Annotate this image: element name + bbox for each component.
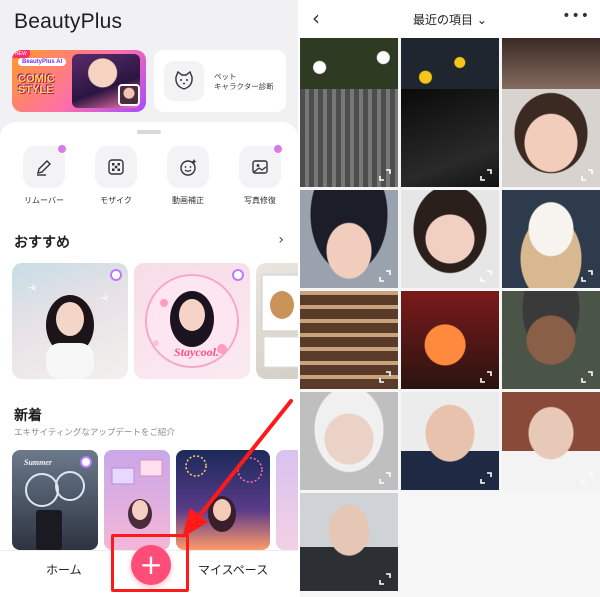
- photo-thumbnail[interactable]: [300, 291, 398, 389]
- new-card-3[interactable]: [176, 450, 270, 550]
- picker-top-bar: ‹ 最近の項目 ⌄ •••: [300, 0, 600, 38]
- face-smile-icon: [167, 146, 209, 188]
- photo-thumbnail[interactable]: [300, 190, 398, 288]
- photo-repair-icon: [239, 144, 283, 188]
- photo-thumbnail[interactable]: [401, 392, 499, 490]
- expand-icon[interactable]: [379, 270, 391, 282]
- expand-icon[interactable]: [480, 169, 492, 181]
- recommended-card-2-image: [145, 274, 239, 368]
- photo-picker-screen: ‹ 最近の項目 ⌄ •••: [300, 0, 600, 597]
- nav-myspace[interactable]: マイスペース: [198, 561, 268, 578]
- new-tag: NEW: [12, 50, 30, 58]
- tool-photo-repair-label: 写真修復: [244, 196, 276, 205]
- pet-banner-label: ペット キャラクター診断: [214, 72, 274, 92]
- expand-icon[interactable]: [379, 169, 391, 181]
- recommended-card-1[interactable]: [12, 263, 128, 379]
- tool-remover-label: リムーバー: [24, 196, 64, 205]
- pet-label-line1: ペット: [214, 72, 237, 81]
- tool-video-retouch-label: 動画補正: [172, 196, 204, 205]
- expand-icon[interactable]: [581, 472, 593, 484]
- album-selector[interactable]: 最近の項目 ⌄: [300, 11, 600, 28]
- annotation-highlight-box: [111, 534, 189, 592]
- album-title: 最近の項目: [413, 13, 474, 27]
- expand-icon[interactable]: [581, 169, 593, 181]
- recommended-title: おすすめ: [14, 235, 70, 251]
- recommended-card-2[interactable]: Staycool.: [134, 263, 250, 379]
- chevron-down-icon: ⌄: [476, 13, 487, 27]
- expand-icon[interactable]: [581, 270, 593, 282]
- mosaic-icon: [95, 146, 137, 188]
- expand-icon[interactable]: [379, 371, 391, 383]
- recommended-card-3-image: [261, 274, 298, 368]
- recommended-card-3[interactable]: [256, 263, 298, 379]
- photo-thumbnail[interactable]: [502, 89, 600, 187]
- expand-icon[interactable]: [379, 472, 391, 484]
- more-options-icon[interactable]: •••: [562, 8, 590, 24]
- new-section-subtitle: エキサイティングなアップデートをご紹介: [14, 428, 175, 438]
- tool-mosaic-label: モザイク: [100, 196, 132, 205]
- comic-style-text: COMIC STYLE: [18, 74, 55, 96]
- premium-badge: [273, 144, 283, 154]
- sheet-drag-handle[interactable]: [137, 130, 161, 134]
- expand-icon[interactable]: [480, 270, 492, 282]
- pen-eraser-icon: [23, 144, 67, 188]
- new-section-title: 新着: [14, 408, 42, 424]
- cat-face-icon: [164, 61, 204, 101]
- photo-thumbnail[interactable]: [502, 190, 600, 288]
- photo-thumbnail[interactable]: [401, 291, 499, 389]
- photo-thumbnail[interactable]: [300, 493, 398, 591]
- pet-character-banner[interactable]: ペット キャラクター診断: [154, 50, 286, 112]
- pin-badge: [232, 269, 244, 281]
- photo-thumbnail[interactable]: [300, 89, 398, 187]
- tool-mosaic[interactable]: モザイク: [86, 146, 146, 206]
- expand-icon[interactable]: [581, 371, 593, 383]
- new-card-4[interactable]: [276, 450, 298, 550]
- pin-badge: [110, 269, 122, 281]
- nav-home[interactable]: ホーム: [46, 561, 82, 578]
- tool-photo-repair[interactable]: 写真修復: [230, 144, 290, 206]
- beautyplus-home-screen: BeautyPlus NEW BeautyPlus AI COMIC STYLE…: [0, 0, 298, 597]
- photo-thumbnail[interactable]: [401, 190, 499, 288]
- expand-icon[interactable]: [379, 573, 391, 585]
- photo-thumbnail[interactable]: [502, 392, 600, 490]
- comic-text-line2: STYLE: [18, 84, 54, 96]
- summer-caption: Summer: [24, 458, 53, 467]
- expand-icon[interactable]: [480, 371, 492, 383]
- tool-video-retouch[interactable]: 動画補正: [158, 146, 218, 206]
- recommended-card-1-image: [28, 283, 108, 379]
- staycool-caption: Staycool.: [174, 345, 219, 359]
- beautyplus-ai-chip: BeautyPlus AI: [18, 58, 67, 66]
- premium-badge: [57, 144, 67, 154]
- photo-thumbnail[interactable]: [401, 89, 499, 187]
- app-title: BeautyPlus: [14, 10, 123, 33]
- tool-remover[interactable]: リムーバー: [14, 144, 74, 206]
- expand-icon[interactable]: [480, 472, 492, 484]
- photo-thumbnail[interactable]: [502, 291, 600, 389]
- pet-label-line2: キャラクター診断: [214, 82, 274, 91]
- pin-badge: [80, 456, 92, 468]
- new-card-1[interactable]: Summer: [12, 450, 98, 550]
- photo-thumbnail[interactable]: [300, 392, 398, 490]
- new-card-3-image: [185, 455, 263, 532]
- comic-mini-thumbnail: [118, 84, 140, 106]
- home-content-sheet: リムーバー モザイク 動画補正 写真修復 おすすめ › Staycool. 新着…: [0, 122, 298, 597]
- comic-style-banner[interactable]: NEW BeautyPlus AI COMIC STYLE: [12, 50, 146, 112]
- chevron-right-icon[interactable]: ›: [278, 232, 284, 248]
